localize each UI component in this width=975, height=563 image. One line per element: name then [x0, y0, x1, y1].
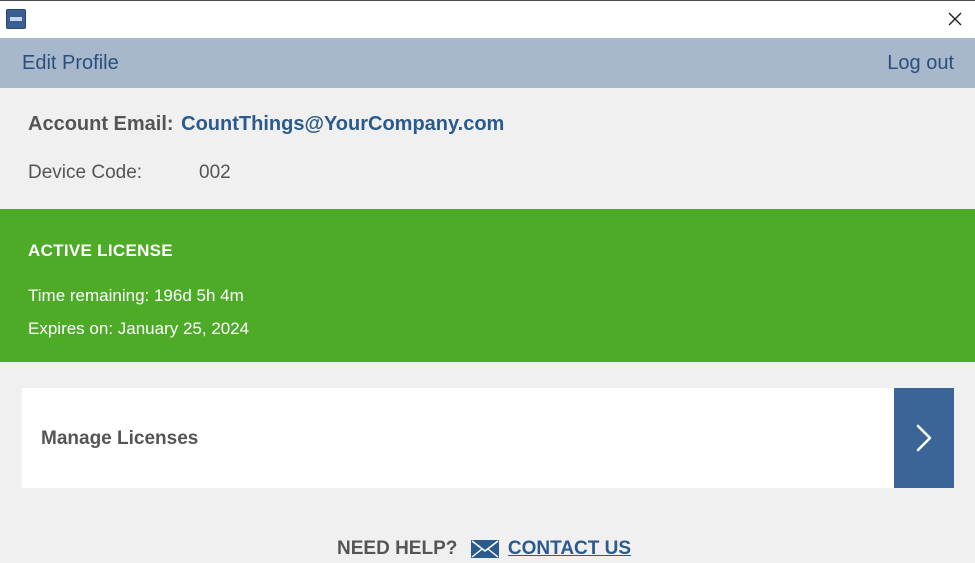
device-code-label: Device Code:	[28, 162, 143, 183]
account-email-value: CountThings@YourCompany.com	[181, 113, 505, 135]
manage-licenses-button[interactable]: Manage Licenses	[22, 388, 954, 488]
time-remaining: Time remaining: 196d 5h 4m	[28, 286, 244, 305]
device-code-value: 002	[199, 162, 231, 183]
edit-profile-link[interactable]: Edit Profile	[22, 52, 119, 75]
chevron-right-icon	[916, 424, 932, 452]
contact-us-link[interactable]: CONTACT US	[508, 538, 631, 559]
account-email-label: Account Email:	[28, 113, 174, 135]
app-icon	[6, 9, 26, 29]
account-email-row: Account Email: CountThings@YourCompany.c…	[28, 113, 504, 136]
license-status-panel: ACTIVE LICENSE Time remaining: 196d 5h 4…	[0, 209, 975, 362]
help-row: NEED HELP? CONTACT US	[337, 538, 631, 560]
license-heading: ACTIVE LICENSE	[28, 241, 173, 260]
expiry-date: Expires on: January 25, 2024	[28, 319, 250, 338]
log-out-link[interactable]: Log out	[887, 52, 954, 75]
close-button[interactable]	[945, 9, 965, 29]
title-bar	[0, 1, 975, 38]
envelope-icon	[470, 540, 499, 558]
manage-licenses-label: Manage Licenses	[41, 428, 199, 449]
app-window: Edit Profile Log out Account Email: Coun…	[0, 0, 975, 563]
menu-bar: Edit Profile Log out	[0, 38, 975, 88]
need-help-label: NEED HELP?	[337, 538, 458, 559]
manage-licenses-arrow[interactable]	[894, 388, 954, 488]
device-code-row: Device Code: 002	[28, 162, 231, 184]
close-icon	[948, 12, 962, 26]
